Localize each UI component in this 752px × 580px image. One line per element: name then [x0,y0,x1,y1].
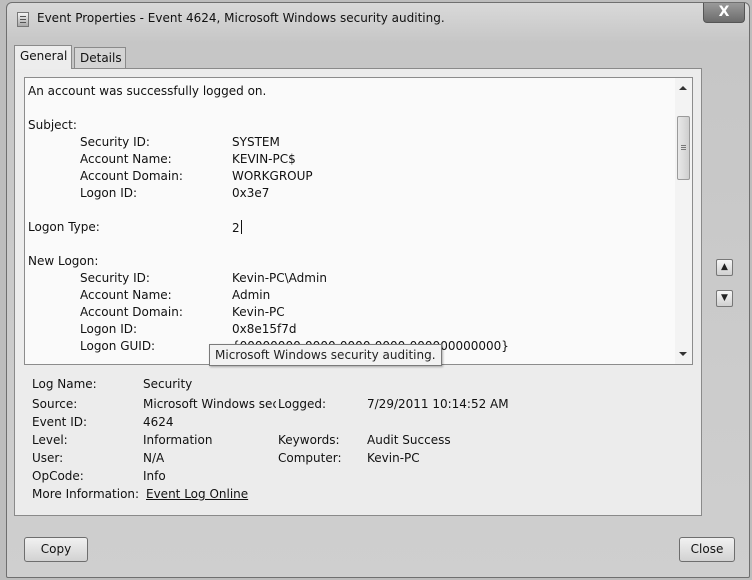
close-button[interactable]: Close [679,537,735,562]
logon-type-label: Logon Type: [28,220,100,234]
arrow-up-icon: ▲ [721,262,728,272]
subject-label: Logon ID: [80,186,138,200]
window-title: Event Properties - Event 4624, Microsoft… [37,11,445,25]
subject-label: Account Domain: [80,169,183,183]
subject-value: 0x3e7 [232,186,270,200]
event-viewer-icon [17,12,29,27]
event-log-online-link[interactable]: Event Log Online [146,487,248,501]
more-information-label: More Information: [32,487,140,501]
subject-label: Account Name: [80,152,172,166]
computer-label: Computer: [278,451,342,465]
source-tooltip: Microsoft Windows security auditing. [209,344,442,366]
next-event-button[interactable]: ▼ [716,290,733,307]
new-logon-value: Kevin-PC [232,305,285,319]
new-logon-value: Admin [232,288,271,302]
level-label: Level: [32,433,68,447]
new-logon-label: Account Name: [80,288,172,302]
previous-event-button[interactable]: ▲ [716,259,733,276]
scroll-down-icon[interactable] [679,352,687,356]
event-summary: An account was successfully logged on. [28,84,267,98]
user-label: User: [32,451,64,465]
event-id-value: 4624 [143,415,174,429]
source-label: Source: [32,397,78,411]
logon-type-row: 2 [232,220,242,235]
opcode-label: OpCode: [32,469,84,483]
copy-button[interactable]: Copy [24,537,88,562]
arrow-down-icon: ▼ [721,293,728,303]
scroll-thumb[interactable] [677,116,690,180]
new-logon-label: Account Domain: [80,305,183,319]
computer-value: Kevin-PC [367,451,420,465]
grip-icon [681,145,686,146]
new-logon-label: Security ID: [80,271,150,285]
new-logon-heading: New Logon: [28,254,99,268]
subject-heading: Subject: [28,118,77,132]
window-close-button[interactable]: X [703,3,745,23]
subject-value: SYSTEM [232,135,280,149]
description-scrollbar[interactable] [675,78,692,364]
source-value: Microsoft Windows sec [143,397,276,411]
logon-type-value: 2 [232,221,240,235]
tab-details[interactable]: Details [74,47,126,69]
text-cursor [240,220,242,234]
user-value: N/A [143,451,165,465]
log-name-label: Log Name: [32,377,97,391]
subject-value: WORKGROUP [232,169,313,183]
general-panel: An account was successfully logged on. S… [14,68,702,516]
keywords-label: Keywords: [278,433,340,447]
scroll-up-icon[interactable] [679,86,687,90]
tab-general[interactable]: General [14,45,72,69]
subject-label: Security ID: [80,135,150,149]
new-logon-value: Kevin-PC\Admin [232,271,327,285]
new-logon-label: Logon GUID: [80,339,156,353]
event-id-label: Event ID: [32,415,88,429]
opcode-value: Info [143,469,166,483]
description-box[interactable]: An account was successfully logged on. S… [24,77,693,365]
new-logon-value: 0x8e15f7d [232,322,297,336]
subject-value: KEVIN-PC$ [232,152,296,166]
level-value: Information [143,433,213,447]
new-logon-label: Logon ID: [80,322,138,336]
logged-label: Logged: [278,397,327,411]
title-bar[interactable]: Event Properties - Event 4624, Microsoft… [7,3,749,33]
log-name-value: Security [143,377,193,391]
logged-value: 7/29/2011 10:14:52 AM [367,397,509,411]
keywords-value: Audit Success [367,433,451,447]
